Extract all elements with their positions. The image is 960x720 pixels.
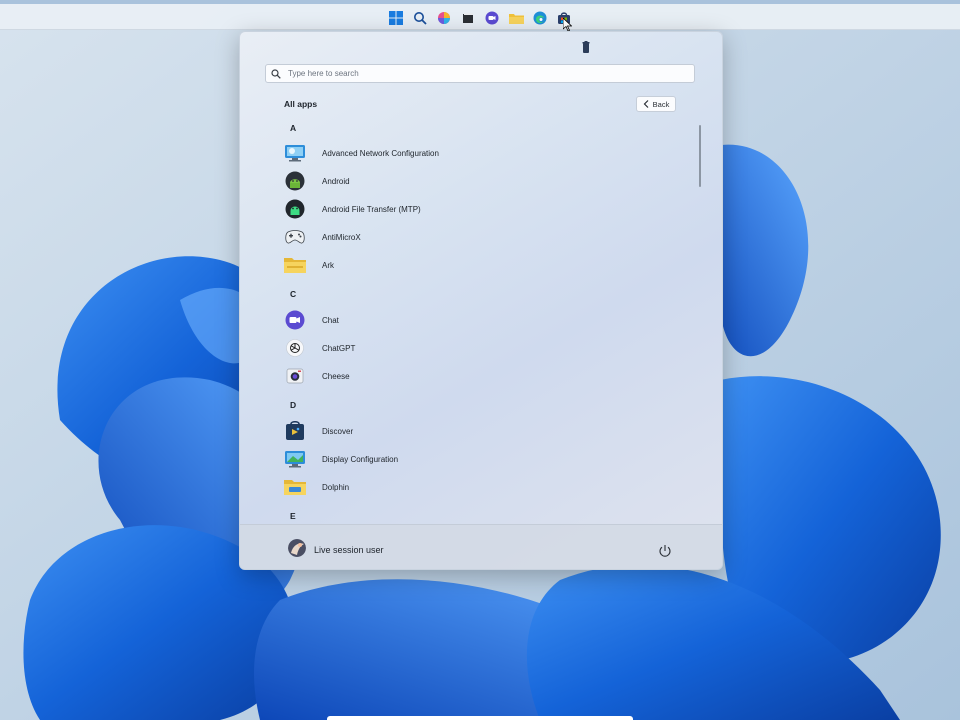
app-label: Chat [322,315,339,325]
discover-icon [284,420,306,442]
file-explorer-icon[interactable] [506,8,526,28]
app-item-advanced-network-configuration[interactable]: Advanced Network Configuration [284,140,684,166]
gamepad-icon [284,226,306,248]
chat-icon [284,309,306,331]
search-icon [271,68,281,79]
recycle-bin-icon [582,41,590,53]
section-letter-e[interactable]: E [290,511,296,521]
taskbar-icons [386,8,574,28]
section-letter-d[interactable]: D [290,400,296,410]
start-menu-footer: Live session user [240,524,722,569]
app-label: ChatGPT [322,343,356,353]
android-icon [284,170,306,192]
power-icon[interactable] [658,544,672,558]
app-label: AntiMicroX [322,232,361,242]
app-item-display-configuration[interactable]: Display Configuration [284,446,684,472]
copilot-icon[interactable] [434,8,454,28]
app-label: Android [322,176,350,186]
camera-icon [284,365,306,387]
task-view-icon[interactable] [458,8,478,28]
back-button-label: Back [652,99,670,109]
start-menu: All apps Back A Advanced Network Configu… [239,31,723,570]
app-list: A Advanced Network Configuration Android… [240,116,700,524]
android-file-transfer-icon [284,198,306,220]
search-box[interactable] [265,64,695,83]
chatgpt-icon [284,337,306,359]
app-label: Cheese [322,371,350,381]
all-apps-title: All apps [284,99,318,109]
search-icon[interactable] [410,8,430,28]
app-item-cheese[interactable]: Cheese [284,363,684,389]
app-label: Advanced Network Configuration [322,148,439,158]
app-label: Dolphin [322,482,350,492]
taskbar [0,0,960,32]
section-letter-a[interactable]: A [290,123,296,133]
app-item-chat[interactable]: Chat [284,307,684,333]
app-label: Discover [322,426,354,436]
chevron-left-icon [643,100,649,108]
app-item-android[interactable]: Android [284,168,684,194]
back-button[interactable]: Back [636,96,676,112]
section-letter-c[interactable]: C [290,289,296,299]
avatar[interactable] [288,539,306,557]
app-item-chatgpt[interactable]: ChatGPT [284,335,684,361]
search-input[interactable] [286,68,694,79]
folder-icon [284,476,306,498]
window-edge [327,716,633,720]
windows-start-icon[interactable] [386,8,406,28]
chat-icon[interactable] [482,8,502,28]
app-label: Ark [322,260,334,270]
app-label: Display Configuration [322,454,399,464]
network-config-icon [284,142,306,164]
app-item-antimicrox[interactable]: AntiMicroX [284,224,684,250]
app-list-scrollbar[interactable] [699,125,701,187]
folder-icon [284,254,306,276]
edge-icon[interactable] [530,8,550,28]
user-name[interactable]: Live session user [314,545,384,555]
app-item-discover[interactable]: Discover [284,418,684,444]
app-label: Android File Transfer (MTP) [322,204,421,214]
mouse-cursor-icon [563,18,572,32]
app-item-android-file-transfer[interactable]: Android File Transfer (MTP) [284,196,684,222]
app-item-dolphin[interactable]: Dolphin [284,474,684,500]
display-config-icon [284,448,306,470]
app-item-ark[interactable]: Ark [284,252,684,278]
